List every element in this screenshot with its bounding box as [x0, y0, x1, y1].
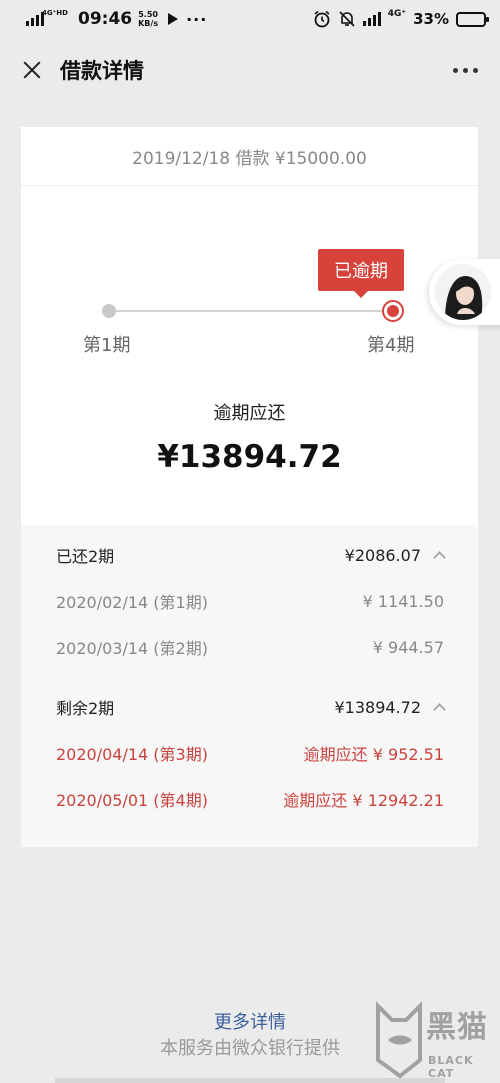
status-right: 4G⁺ 33% — [313, 9, 489, 28]
person-portrait-icon — [435, 264, 491, 320]
due-amount: ¥13894.72 — [157, 439, 342, 475]
chevron-up-icon[interactable] — [433, 551, 446, 564]
status-left: 4G⁺HD 09:46 5.50 KB/s ··· — [26, 9, 207, 29]
installment-details: 已还2期 ¥2086.07 2020/02/14 (第1期) ¥ 1141.50… — [21, 525, 478, 847]
bottom-strip — [55, 1078, 445, 1083]
close-icon[interactable] — [20, 58, 44, 82]
battery-icon — [456, 11, 489, 27]
paid-item-amount: ¥ 1141.50 — [362, 591, 444, 611]
progress-line — [108, 310, 394, 312]
progress-end-label: 第4期 — [367, 335, 415, 356]
dot-icon — [463, 67, 468, 73]
loan-header: 2019/12/18 借款 ¥15000.00 — [21, 127, 478, 186]
remaining-item-amount: 逾期应还 ¥ 952.51 — [303, 745, 444, 764]
due-label: 逾期应还 — [213, 403, 286, 424]
black-cat-watermark: 黑猫 BLACK CAT — [372, 1000, 500, 1083]
remaining-item-row: 2020/04/14 (第3期) 逾期应还 ¥ 952.51 — [56, 741, 444, 765]
play-icon — [168, 13, 179, 25]
progress-start-dot — [102, 304, 116, 318]
loan-card: 2019/12/18 借款 ¥15000.00 已逾期 第1期 第4期 逾期应还… — [21, 127, 478, 847]
speed-value: 5.50 — [138, 10, 158, 19]
paid-item-label: 2020/02/14 (第1期) — [56, 593, 208, 612]
remaining-item-amount: 逾期应还 ¥ 12942.21 — [283, 791, 444, 810]
more-notifications-icon: ··· — [186, 9, 208, 29]
cat-logo-icon — [376, 1001, 422, 1079]
paid-item-label: 2020/03/14 (第2期) — [56, 639, 208, 658]
dot-icon — [453, 67, 458, 73]
progress-start-label: 第1期 — [83, 335, 131, 356]
paid-total: ¥2086.07 — [344, 545, 421, 565]
floating-service-avatar[interactable] — [429, 259, 500, 325]
paid-title: 已还2期 — [56, 547, 115, 566]
status-bar: 4G⁺HD 09:46 5.50 KB/s ··· 4G⁺ 33% — [0, 0, 500, 38]
paid-item-row: 2020/03/14 (第2期) ¥ 944.57 — [56, 635, 444, 659]
page-title: 借款详情 — [60, 59, 144, 83]
remaining-summary-row[interactable]: 剩余2期 ¥13894.72 — [56, 695, 446, 719]
remaining-title: 剩余2期 — [56, 699, 115, 718]
progress-current-dot — [382, 300, 404, 322]
avatar — [435, 264, 491, 320]
clock-time: 09:46 — [77, 9, 133, 29]
mute-bell-icon — [339, 11, 355, 27]
network-type-label: 4G⁺HD — [42, 9, 68, 17]
paid-item-row: 2020/02/14 (第1期) ¥ 1141.50 — [56, 589, 444, 613]
remaining-item-label: 2020/04/14 (第3期) — [56, 745, 208, 764]
remaining-item-label: 2020/05/01 (第4期) — [56, 791, 208, 810]
speed-unit: KB/s — [138, 19, 159, 28]
signal-icon-2 — [362, 12, 381, 26]
watermark-text: 黑猫 — [426, 1010, 488, 1045]
chevron-up-icon[interactable] — [433, 703, 446, 716]
remaining-total: ¥13894.72 — [334, 697, 421, 717]
dot-icon — [473, 67, 478, 73]
network-4g-label: 4G⁺ — [387, 9, 407, 19]
paid-summary-row[interactable]: 已还2期 ¥2086.07 — [56, 543, 446, 567]
remaining-item-row: 2020/05/01 (第4期) 逾期应还 ¥ 12942.21 — [56, 787, 444, 811]
battery-percent: 33% — [413, 10, 449, 28]
nav-bar: 借款详情 — [0, 44, 500, 96]
more-options-button[interactable] — [451, 62, 480, 79]
network-speed: 5.50 KB/s — [138, 10, 158, 28]
overdue-badge: 已逾期 — [318, 249, 404, 298]
alarm-icon — [314, 10, 330, 28]
watermark-subtext: BLACK CAT — [428, 1054, 474, 1080]
paid-item-amount: ¥ 944.57 — [372, 637, 444, 657]
